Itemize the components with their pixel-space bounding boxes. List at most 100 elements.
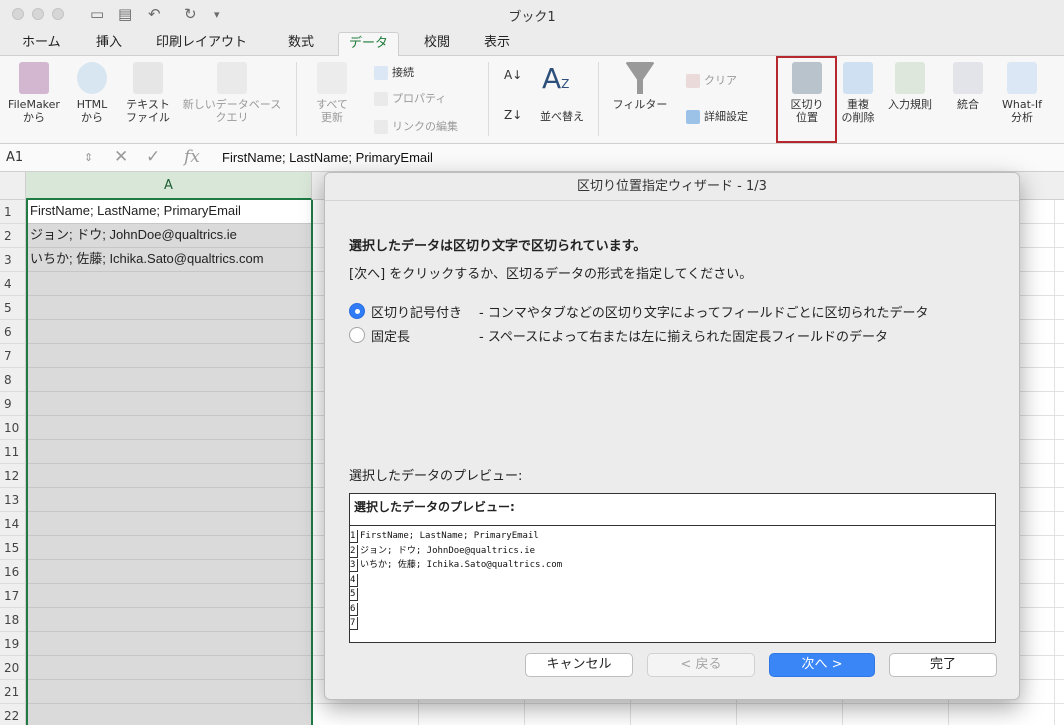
new-database-query-button[interactable]: 新しいデータベース クエリ xyxy=(178,62,286,124)
row-header[interactable]: 20 xyxy=(0,656,26,680)
preview-line-text: FirstName; LastName; PrimaryEmail xyxy=(360,531,539,541)
cell-a[interactable]: FirstName; LastName; PrimaryEmail xyxy=(26,200,312,224)
preview-line-number: 2 xyxy=(350,544,358,558)
cell-a[interactable] xyxy=(26,344,312,368)
preview-line-number: 4 xyxy=(350,573,358,587)
delimited-radio[interactable] xyxy=(349,303,365,319)
tab-insert[interactable]: 挿入 xyxy=(86,32,132,56)
from-text-button[interactable]: テキスト ファイル xyxy=(120,62,176,124)
fixed-width-radio[interactable] xyxy=(349,327,365,343)
text-import-wizard-dialog: 区切り位置指定ウィザード - 1/3 選択したデータは区切り文字で区切られていま… xyxy=(324,172,1020,700)
advanced-filter-button[interactable]: 詳細設定 xyxy=(686,108,748,124)
row-header[interactable]: 1 xyxy=(0,200,26,224)
cell-a[interactable] xyxy=(26,320,312,344)
tab-review[interactable]: 校閲 xyxy=(414,32,460,56)
sort-ascending-button[interactable]: A↓ xyxy=(504,68,522,82)
cell-a[interactable] xyxy=(26,704,312,725)
tab-formulas[interactable]: 数式 xyxy=(278,32,324,56)
edit-links-button[interactable]: リンクの編集 xyxy=(374,118,458,134)
preview-line: 7 xyxy=(350,617,995,630)
filter-button[interactable]: フィルター xyxy=(608,62,672,111)
row-header[interactable]: 15 xyxy=(0,536,26,560)
row-header[interactable]: 5 xyxy=(0,296,26,320)
finish-button[interactable]: 完了 xyxy=(889,653,997,677)
function-icon[interactable]: fx xyxy=(184,147,200,167)
cell-a[interactable] xyxy=(26,392,312,416)
cell-a[interactable] xyxy=(26,488,312,512)
properties-button[interactable]: プロパティ xyxy=(374,90,446,106)
cell-a[interactable] xyxy=(26,416,312,440)
row-header[interactable]: 9 xyxy=(0,392,26,416)
cell-a[interactable] xyxy=(26,656,312,680)
cancel-icon[interactable]: ✕ xyxy=(114,147,128,167)
data-validation-button[interactable]: 入力規則 xyxy=(882,62,938,111)
gridline xyxy=(312,703,1064,704)
row-header[interactable]: 14 xyxy=(0,512,26,536)
row-header[interactable]: 16 xyxy=(0,560,26,584)
clear-filter-icon xyxy=(686,74,700,88)
cell-a[interactable]: いちか; 佐藤; Ichika.Sato@qualtrics.com xyxy=(26,248,312,272)
row-header[interactable]: 22 xyxy=(0,704,26,725)
row-header[interactable]: 10 xyxy=(0,416,26,440)
cell-a[interactable] xyxy=(26,560,312,584)
ribbon-divider xyxy=(598,62,599,136)
from-filemaker-button[interactable]: FileMaker から xyxy=(4,62,64,124)
row-header[interactable]: 13 xyxy=(0,488,26,512)
tab-data[interactable]: データ xyxy=(338,32,400,56)
cell-a[interactable] xyxy=(26,464,312,488)
select-all-corner[interactable] xyxy=(0,172,26,200)
name-box[interactable]: A1 xyxy=(6,150,23,165)
row-header[interactable]: 19 xyxy=(0,632,26,656)
row-header[interactable]: 3 xyxy=(0,248,26,272)
cell-a[interactable]: ジョン; ドウ; JohnDoe@qualtrics.ie xyxy=(26,224,312,248)
row-header[interactable]: 7 xyxy=(0,344,26,368)
row-header[interactable]: 8 xyxy=(0,368,26,392)
cell-a[interactable] xyxy=(26,632,312,656)
clear-filter-button[interactable]: クリア xyxy=(686,72,737,88)
tab-view[interactable]: 表示 xyxy=(474,32,520,56)
enter-icon[interactable]: ✓ xyxy=(146,147,160,167)
cell-a[interactable] xyxy=(26,608,312,632)
consolidate-button[interactable]: 統合 xyxy=(946,62,990,111)
properties-icon xyxy=(374,92,388,106)
formula-input[interactable]: FirstName; LastName; PrimaryEmail xyxy=(222,150,433,165)
row-header[interactable]: 18 xyxy=(0,608,26,632)
cell-a[interactable] xyxy=(26,512,312,536)
cell-a[interactable] xyxy=(26,584,312,608)
cell-a[interactable] xyxy=(26,296,312,320)
row-header[interactable]: 12 xyxy=(0,464,26,488)
tab-home[interactable]: ホーム xyxy=(12,32,71,56)
preview-box[interactable]: 選択したデータのプレビュー: 1 FirstName; LastName; Pri… xyxy=(349,493,996,643)
cancel-button[interactable]: キャンセル xyxy=(525,653,633,677)
from-html-button[interactable]: HTML から xyxy=(70,62,114,124)
preview-line-number: 3 xyxy=(350,559,358,572)
column-header-a[interactable]: A xyxy=(26,172,312,200)
delimited-label[interactable]: 区切り記号付き xyxy=(371,302,462,321)
sort-descending-button[interactable]: Z↓ xyxy=(504,108,522,122)
row-header[interactable]: 21 xyxy=(0,680,26,704)
gridline xyxy=(1054,200,1055,725)
tab-page-layout[interactable]: 印刷レイアウト xyxy=(146,32,257,56)
cell-a[interactable] xyxy=(26,680,312,704)
row-header[interactable]: 6 xyxy=(0,320,26,344)
cell-a[interactable] xyxy=(26,536,312,560)
connections-button[interactable]: 接続 xyxy=(374,64,414,80)
cell-a[interactable] xyxy=(26,440,312,464)
fixed-width-label[interactable]: 固定長 xyxy=(371,326,410,345)
next-button[interactable]: 次へ > xyxy=(769,653,875,677)
sort-icon[interactable]: AZ xyxy=(542,62,569,95)
row-header[interactable]: 4 xyxy=(0,272,26,296)
refresh-all-button[interactable]: すべて 更新 xyxy=(304,62,360,124)
connections-icon xyxy=(374,66,388,80)
row-header[interactable]: 17 xyxy=(0,584,26,608)
cell-a[interactable] xyxy=(26,272,312,296)
sort-button[interactable]: 並べ替え xyxy=(540,108,584,124)
row-header[interactable]: 2 xyxy=(0,224,26,248)
dialog-heading: 選択したデータは区切り文字で区切られています。 xyxy=(349,239,647,254)
cell-a[interactable] xyxy=(26,368,312,392)
name-box-stepper-icon[interactable]: ⇕ xyxy=(84,151,93,164)
what-if-analysis-button[interactable]: What-If 分析 xyxy=(994,62,1050,124)
back-button[interactable]: < 戻る xyxy=(647,653,755,677)
remove-duplicates-button[interactable]: 重複 の削除 xyxy=(836,62,880,124)
row-header[interactable]: 11 xyxy=(0,440,26,464)
